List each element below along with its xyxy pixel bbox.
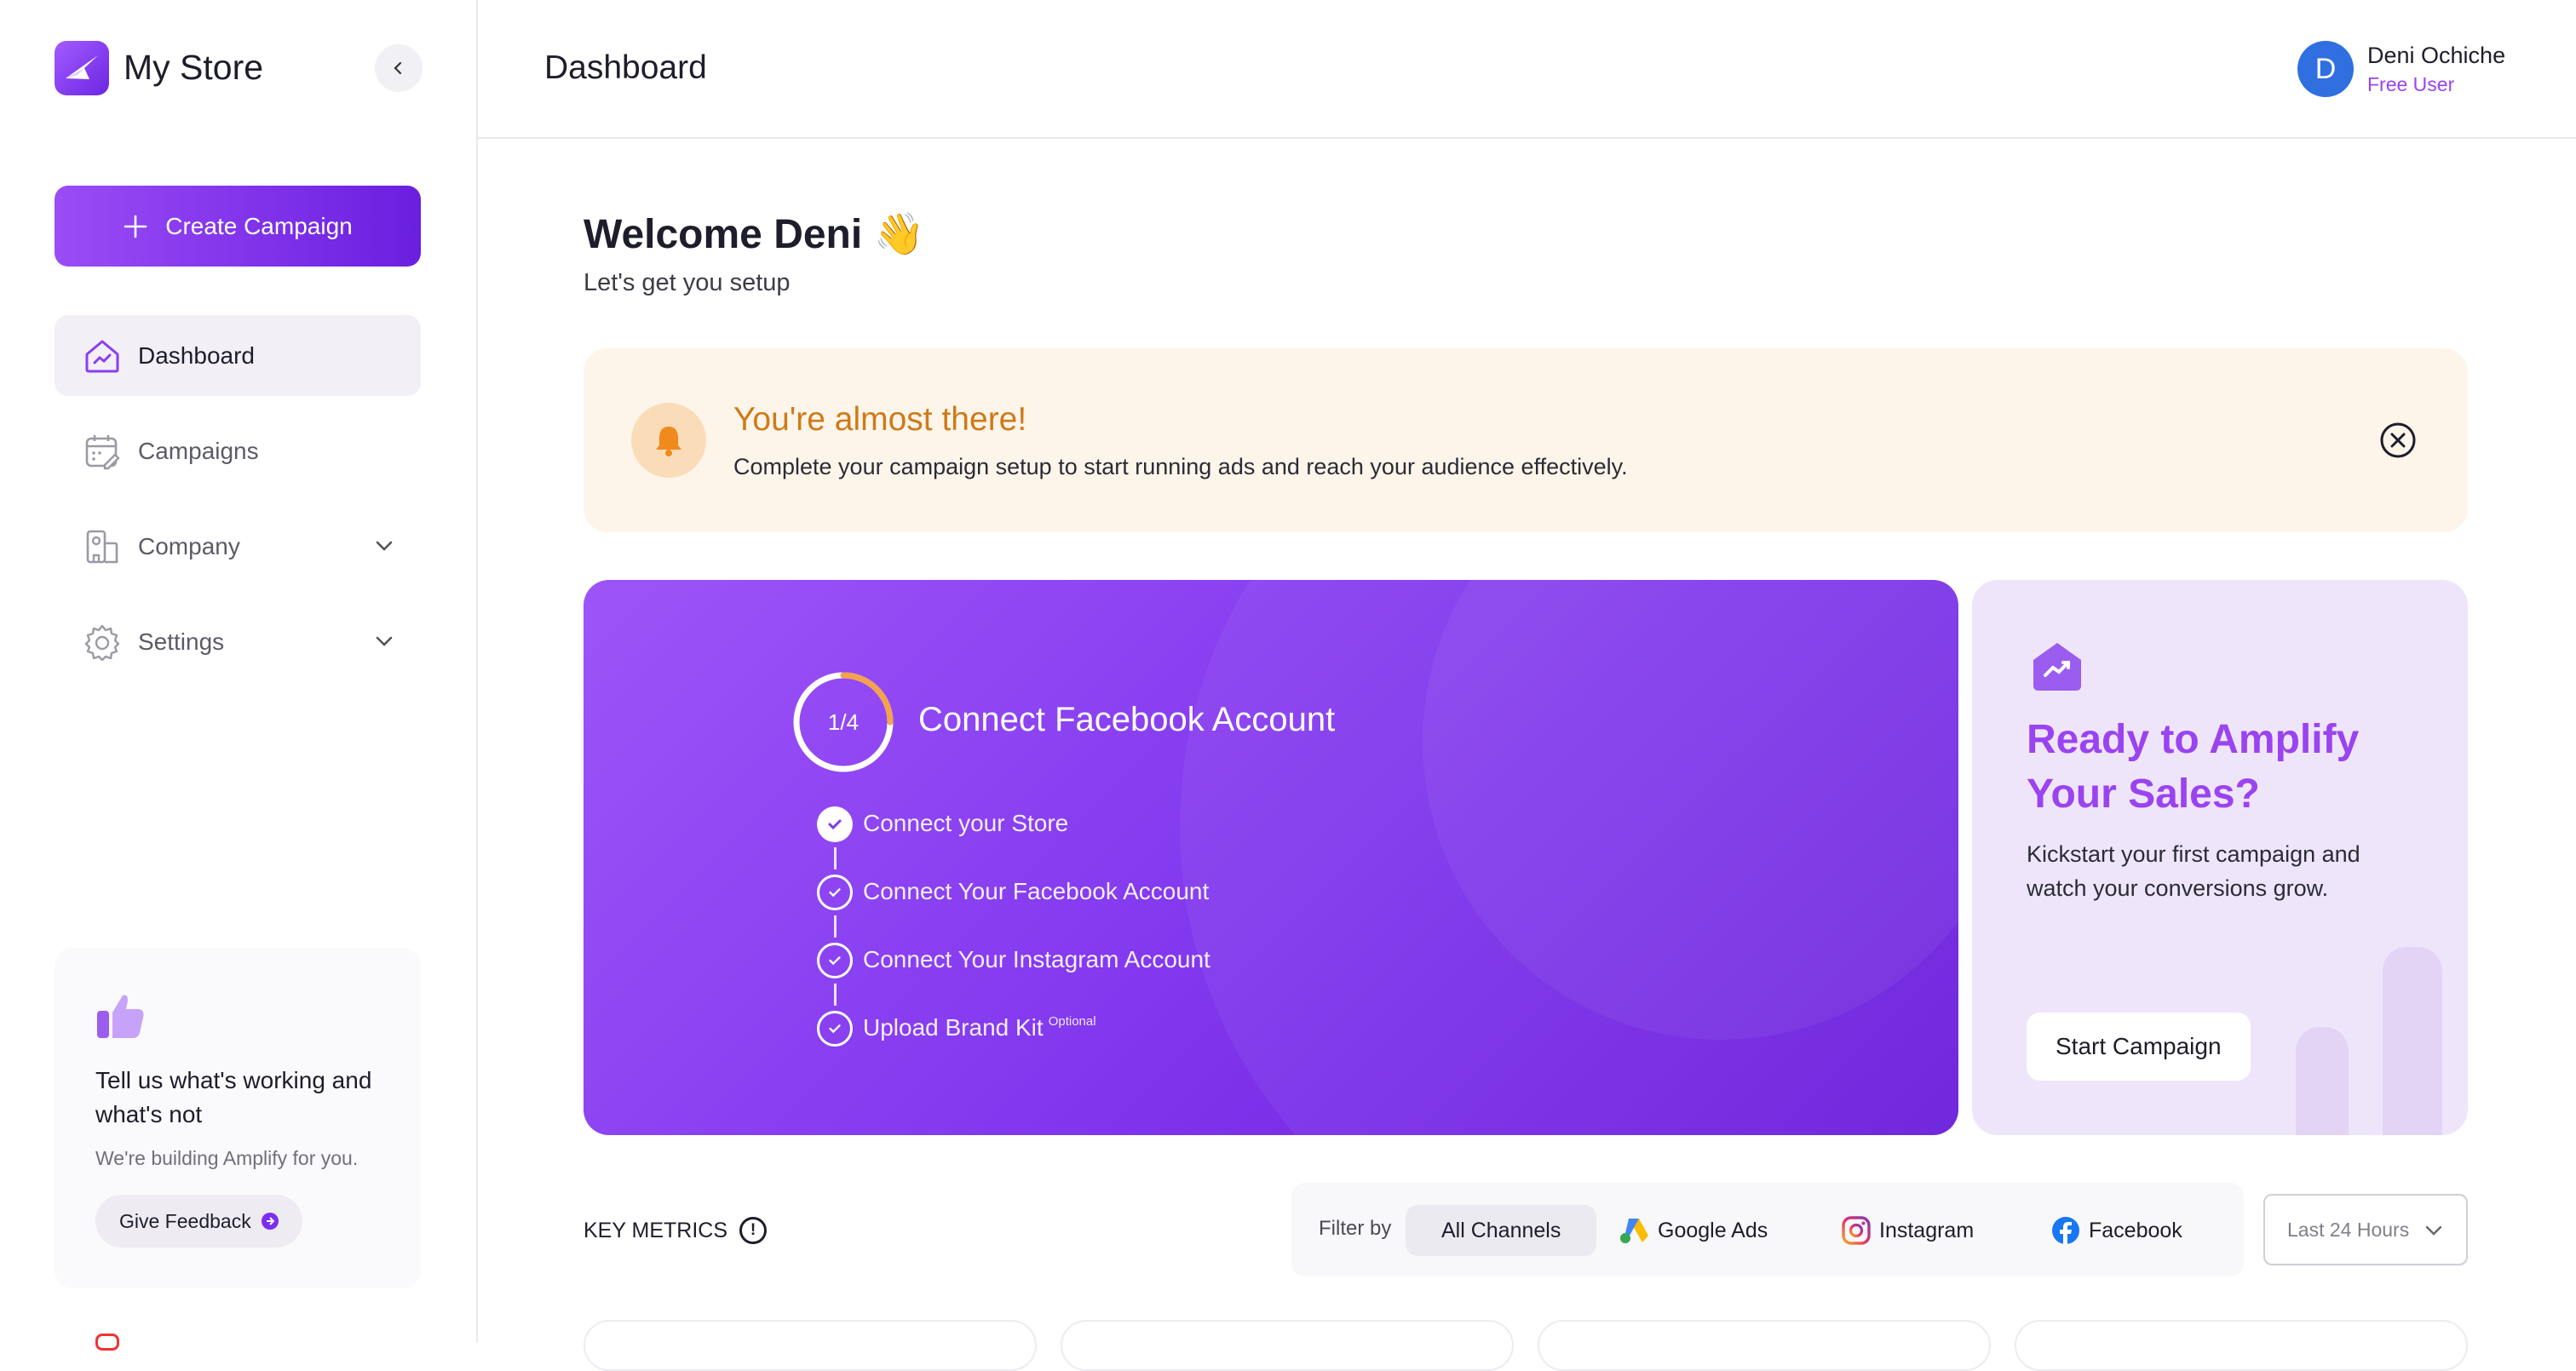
check-circle-filled-icon <box>817 806 853 842</box>
setup-step-label: Connect Your Facebook Account <box>863 878 1210 904</box>
feedback-card: Tell us what's working and what's not We… <box>55 948 421 1288</box>
thumbs-up-icon <box>95 992 147 1044</box>
setup-steps-list: Connect your Store Connect Your Facebook… <box>817 806 1210 1079</box>
metric-card[interactable] <box>2015 1320 2468 1371</box>
chevron-left-icon <box>394 61 402 75</box>
give-feedback-label: Give Feedback <box>119 1209 251 1232</box>
chevron-down-icon[interactable] <box>373 535 395 557</box>
key-metrics-heading: KEY METRICS ! <box>584 1217 768 1244</box>
chip-label: Instagram <box>1879 1218 1975 1242</box>
alert-title: You're almost there! <box>733 401 1027 438</box>
sidebar-item-settings[interactable]: Settings <box>55 601 421 682</box>
filter-chip-facebook[interactable]: Facebook <box>2029 1205 2205 1256</box>
step-connector <box>834 984 837 1006</box>
user-plan-badge: Free User <box>2367 73 2455 95</box>
give-feedback-button[interactable]: Give Feedback <box>95 1195 302 1248</box>
avatar[interactable]: D <box>2297 41 2354 97</box>
home-chart-icon <box>83 337 121 375</box>
arrow-right-icon <box>261 1213 279 1230</box>
filter-chip-instagram[interactable]: Instagram <box>1820 1205 1996 1256</box>
metric-card[interactable] <box>1061 1320 1514 1371</box>
calendar-edit-icon <box>83 433 121 470</box>
decorative-bar <box>2383 947 2442 1135</box>
logout-icon[interactable] <box>95 1334 119 1351</box>
app-name: My Store <box>124 48 264 87</box>
building-icon <box>83 528 121 565</box>
filter-chip-all-channels[interactable]: All Channels <box>1406 1205 1597 1256</box>
sidebar-item-company[interactable]: Company <box>55 506 421 587</box>
filter-label: Filter by <box>1319 1217 1392 1240</box>
info-icon[interactable]: ! <box>739 1217 768 1244</box>
setup-step[interactable]: Connect Your Facebook Account <box>817 875 1210 943</box>
check-circle-outline-icon <box>817 943 853 978</box>
create-campaign-button[interactable]: Create Campaign <box>55 186 421 267</box>
chip-label: All Channels <box>1441 1218 1561 1242</box>
progress-label: 1/4 <box>827 708 860 735</box>
decorative-bar <box>2296 1027 2349 1135</box>
create-campaign-label: Create Campaign <box>165 212 353 239</box>
setup-progress-card: 1/4 Connect Facebook Account Connect you… <box>584 580 1958 1135</box>
sidebar-item-label: Settings <box>138 628 225 655</box>
start-campaign-button[interactable]: Start Campaign <box>2027 1012 2251 1081</box>
check-circle-outline-icon <box>817 1011 853 1047</box>
sidebar-item-label: Dashboard <box>138 341 255 369</box>
collapse-sidebar-button[interactable] <box>375 44 423 92</box>
feedback-title: Tell us what's working and what's not <box>95 1067 372 1127</box>
alert-message: Complete your campaign setup to start ru… <box>733 454 1628 479</box>
setup-step[interactable]: Upload Brand Kit Optional <box>817 1011 1210 1079</box>
setup-step-label-text: Upload Brand Kit <box>863 1014 1044 1041</box>
metric-card[interactable] <box>1538 1320 1991 1371</box>
home-chart-icon <box>2030 640 2084 697</box>
gear-icon <box>83 623 121 661</box>
setup-step[interactable]: Connect Your Instagram Account <box>817 943 1210 1011</box>
sidebar-item-label: Company <box>138 532 240 559</box>
feedback-subtitle: We're building Amplify for you. <box>95 1147 359 1169</box>
step-connector <box>834 915 837 938</box>
chip-label: Facebook <box>2089 1218 2182 1242</box>
sidebar-item-label: Campaigns <box>138 437 259 464</box>
welcome-subtitle: Let's get you setup <box>584 269 791 296</box>
top-bar: Dashboard D Deni Ochiche Free User <box>478 0 2576 139</box>
setup-alert-banner: You're almost there! Complete your campa… <box>584 348 2468 532</box>
instagram-icon <box>1842 1216 1871 1245</box>
plus-icon <box>124 215 147 238</box>
step-connector <box>834 847 837 869</box>
chevron-down-icon[interactable] <box>373 630 395 652</box>
filter-chip-google-ads[interactable]: Google Ads <box>1596 1205 1790 1256</box>
sidebar-item-campaigns[interactable]: Campaigns <box>55 410 421 491</box>
promo-card: Ready to Amplify Your Sales? Kickstart y… <box>1972 580 2468 1135</box>
time-range-value: Last 24 Hours <box>2287 1218 2410 1241</box>
setup-step-label: Upload Brand Kit Optional <box>863 1014 1096 1041</box>
time-range-select[interactable]: Last 24 Hours <box>2263 1194 2468 1265</box>
app-logo-icon[interactable] <box>55 41 109 95</box>
setup-step[interactable]: Connect your Store <box>817 806 1210 875</box>
metric-card[interactable] <box>584 1320 1037 1371</box>
optional-note: Optional <box>1048 1014 1096 1029</box>
setup-step-label: Connect Your Instagram Account <box>863 946 1210 972</box>
facebook-icon <box>2052 1217 2079 1245</box>
page-title: Dashboard <box>544 49 707 86</box>
user-name[interactable]: Deni Ochiche <box>2367 43 2505 69</box>
welcome-heading: Welcome Deni 👋 <box>584 212 925 257</box>
promo-text: Kickstart your first campaign and watch … <box>2027 841 2360 901</box>
chip-label: Google Ads <box>1658 1218 1768 1242</box>
close-icon[interactable] <box>2379 422 2417 459</box>
key-metrics-label: KEY METRICS <box>584 1218 728 1242</box>
channel-filter-bar: Filter by All Channels Google Ads Instag… <box>1291 1183 2244 1276</box>
sidebar-item-dashboard[interactable]: Dashboard <box>55 315 421 396</box>
check-circle-outline-icon <box>817 875 853 910</box>
bell-icon <box>631 403 706 478</box>
setup-step-label: Connect your Store <box>863 810 1069 836</box>
google-ads-icon <box>1620 1219 1648 1243</box>
promo-title: Ready to Amplify Your Sales? <box>2027 717 2360 817</box>
sidebar: My Store Create Campaign Dashboard Campa… <box>0 0 478 1351</box>
setup-step-title: Connect Facebook Account <box>918 701 1336 738</box>
chevron-down-icon <box>2425 1225 2442 1236</box>
